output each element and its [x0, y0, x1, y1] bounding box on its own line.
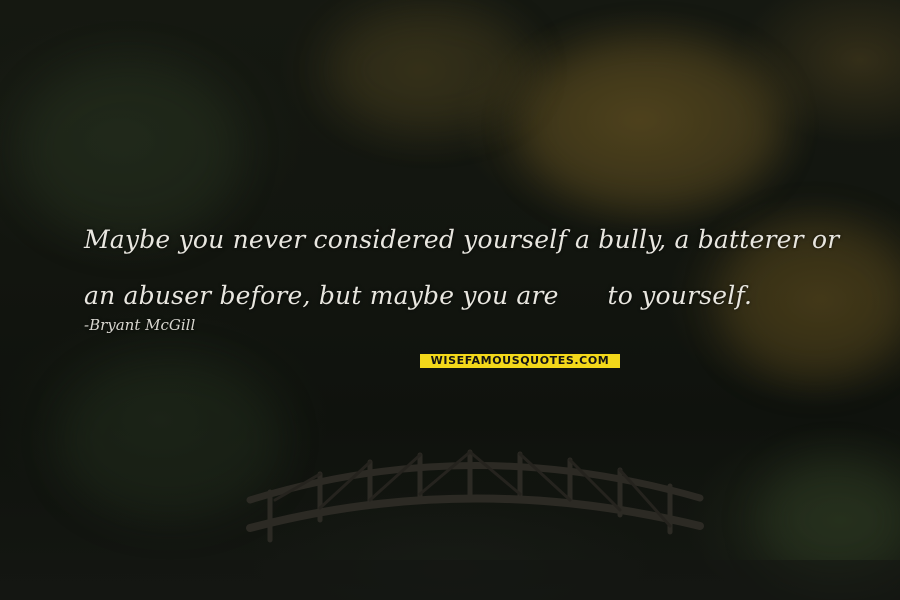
quote-image: Maybe you never considered yourself a bu…	[0, 0, 900, 600]
quote-line: Maybe you never considered yourself a bu…	[84, 225, 840, 254]
quote-author: -Bryant McGill	[84, 316, 196, 334]
quote-text: Maybe you never considered yourself a bu…	[84, 212, 864, 324]
watermark-badge: WISEFAMOUSQUOTES.COM	[420, 354, 620, 368]
quote-line: an abuser before, but maybe you are to y…	[84, 281, 753, 310]
